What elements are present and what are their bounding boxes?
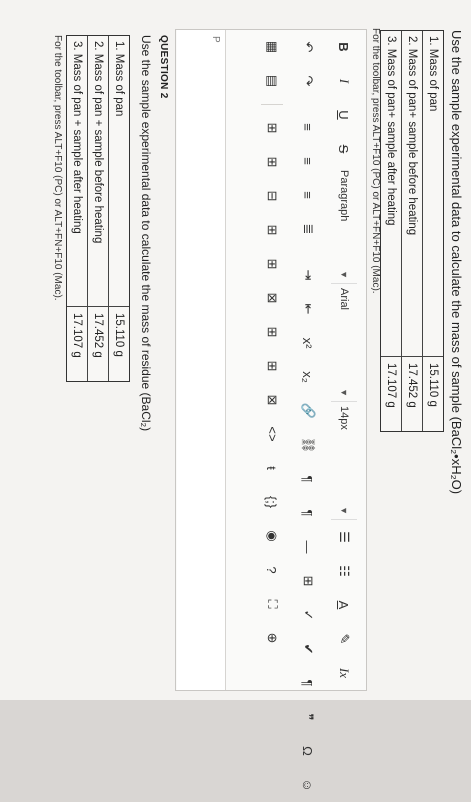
help-icon[interactable]: ? <box>259 553 285 587</box>
rtl-icon[interactable]: ¶ <box>295 496 321 530</box>
table-row-after-icon[interactable]: ⊞ <box>259 145 285 179</box>
horizontal-rule-icon[interactable]: — <box>295 530 321 564</box>
question2-data-table: 1. Mass of pan 15.110 g 2. Mass of pan +… <box>66 35 130 382</box>
font-size-value: 14px <box>338 406 350 430</box>
screen: Use the sample experimental data to calc… <box>0 0 471 792</box>
table-delete-icon[interactable]: ⊠ <box>259 383 285 417</box>
redo-icon[interactable]: ↷ <box>295 64 321 98</box>
table-col-before-icon[interactable]: ⊞ <box>259 213 285 247</box>
toolbar-row-3: ▦ ▤ ⊞ ⊞ ⊟ ⊞ ⊞ ⊠ ⊞ ⊞ ⊠ <> ŧ {;} ◉ ? ⛶ ⊕ <box>256 30 288 690</box>
chevron-down-icon: ▼ <box>339 388 349 397</box>
question2-title: Use the sample experimental data to calc… <box>139 35 153 432</box>
align-left-icon[interactable]: ≡ <box>295 110 321 144</box>
table-delete-row-icon[interactable]: ⊟ <box>259 179 285 213</box>
table-row: 3. Mass of pan + sample after heating 17… <box>67 36 87 381</box>
row-value: 15.110 g <box>109 306 129 381</box>
toolbar-row-1: B I U S Paragraph ▼ Arial ▼ 14px ▼ ☰ ☷ A… <box>328 30 360 690</box>
chevron-down-icon: ▼ <box>339 506 349 515</box>
numbered-list-button[interactable]: ☷ <box>331 554 357 588</box>
table-row: 2. Mass of pan+ sample before heating 17… <box>401 31 422 431</box>
math-icon[interactable]: ŧ <box>259 451 285 485</box>
table-row: 1. Mass of pan 15.110 g <box>422 31 443 431</box>
quote-icon[interactable]: ❞ <box>295 700 321 734</box>
element-path: P <box>210 36 221 43</box>
superscript-icon[interactable]: x² <box>295 326 321 360</box>
italic-button[interactable]: I <box>331 64 357 98</box>
table-row: 1. Mass of pan 15.110 g <box>108 36 129 381</box>
text-color-button[interactable]: A <box>331 588 357 622</box>
table-row: 2. Mass of pan + sample before heating 1… <box>87 36 108 381</box>
source-icon[interactable]: {;} <box>259 485 285 519</box>
chevron-down-icon: ▼ <box>339 270 349 279</box>
table-properties-icon[interactable]: ▤ <box>259 64 285 98</box>
table-split-icon[interactable]: ⊞ <box>259 349 285 383</box>
row-label: 2. Mass of pan + sample before heating <box>92 41 104 244</box>
font-select[interactable]: Arial ▼ <box>331 284 357 402</box>
fullscreen-icon[interactable]: ⛶ <box>259 587 285 621</box>
add-content-icon[interactable]: ⊕ <box>259 621 285 655</box>
preview-icon[interactable]: ◉ <box>259 519 285 553</box>
row-value: 17.107 g <box>67 306 87 381</box>
spellcheck-icon[interactable]: ✓ <box>295 598 321 632</box>
row-label: 1. Mass of pan <box>113 41 125 117</box>
highlight-button[interactable]: ✎ <box>331 622 357 656</box>
align-center-icon[interactable]: ≡ <box>295 144 321 178</box>
table-icon[interactable]: ▦ <box>259 30 285 64</box>
row-value: 17.452 g <box>88 306 108 381</box>
rich-text-editor: B I U S Paragraph ▼ Arial ▼ 14px ▼ ☰ ☷ A… <box>175 29 367 792</box>
font-select-value: Arial <box>338 288 350 311</box>
paragraph-select-value: Paragraph <box>338 170 350 222</box>
table-row-before-icon[interactable]: ⊞ <box>259 111 285 145</box>
insert-file-icon[interactable]: ⊞ <box>295 564 321 598</box>
table-delete-col-icon[interactable]: ⊠ <box>259 281 285 315</box>
paragraph-select[interactable]: Paragraph ▼ <box>331 166 357 284</box>
unlink-icon[interactable]: ⛓ <box>295 428 321 462</box>
row-value: 17.452 g <box>402 356 422 431</box>
answer-text-area[interactable]: P <box>177 30 226 690</box>
question2-label: QUESTION 2 <box>158 35 169 99</box>
subscript-icon[interactable]: x₂ <box>295 360 321 394</box>
table-col-after-icon[interactable]: ⊞ <box>259 247 285 281</box>
ltr-icon[interactable]: ¶ <box>295 462 321 496</box>
underline-button[interactable]: U <box>331 98 357 132</box>
row-value: 17.107 g <box>381 356 401 431</box>
table-merge-icon[interactable]: ⊞ <box>259 315 285 349</box>
indent-icon[interactable]: ⇥ <box>295 258 321 292</box>
question1-title: Use the sample experimental data to calc… <box>449 30 464 495</box>
toolbar-hint: For the toolbar, press ALT+F10 (PC) or A… <box>370 28 381 294</box>
omega-icon[interactable]: Ω <box>295 734 321 768</box>
align-justify-icon[interactable]: ≣ <box>295 212 321 246</box>
bullet-list-button[interactable]: ☰ <box>331 520 357 554</box>
undo-icon[interactable]: ↶ <box>295 30 321 64</box>
link-icon[interactable]: 🔗 <box>295 394 321 428</box>
toolbar-row-2: ↶ ↷ ≡ ≡ ≡ ≣ ⇥ ⇤ x² x₂ 🔗 ⛓ ¶ ¶ — ⊞ ✓ ✔ ¶ … <box>292 30 324 792</box>
pilcrow-icon[interactable]: ¶ <box>295 666 321 700</box>
row-label: 3. Mass of pan+ sample after heating <box>385 36 397 226</box>
outdent-icon[interactable]: ⇤ <box>295 292 321 326</box>
table-row: 3. Mass of pan+ sample after heating 17.… <box>381 31 401 431</box>
strikethrough-button[interactable]: S <box>331 132 357 166</box>
row-label: 2. Mass of pan+ sample before heating <box>406 36 418 236</box>
divider <box>261 104 283 105</box>
bold-button[interactable]: B <box>331 30 357 64</box>
row-label: 3. Mass of pan + sample after heating <box>71 41 83 234</box>
check-icon[interactable]: ✔ <box>295 632 321 666</box>
code-icon[interactable]: <> <box>259 417 285 451</box>
question1-data-table: 1. Mass of pan 15.110 g 2. Mass of pan+ … <box>380 30 444 432</box>
emoji-icon[interactable]: ☺ <box>295 768 321 802</box>
align-right-icon[interactable]: ≡ <box>295 178 321 212</box>
toolbar-hint-2: For the toolbar, press ALT+F10 (PC) or A… <box>52 35 63 301</box>
clear-format-icon[interactable]: Ix <box>331 656 357 690</box>
row-label: 1. Mass of pan <box>427 36 439 112</box>
font-size-select[interactable]: 14px ▼ <box>331 402 357 520</box>
row-value: 15.110 g <box>423 356 443 431</box>
